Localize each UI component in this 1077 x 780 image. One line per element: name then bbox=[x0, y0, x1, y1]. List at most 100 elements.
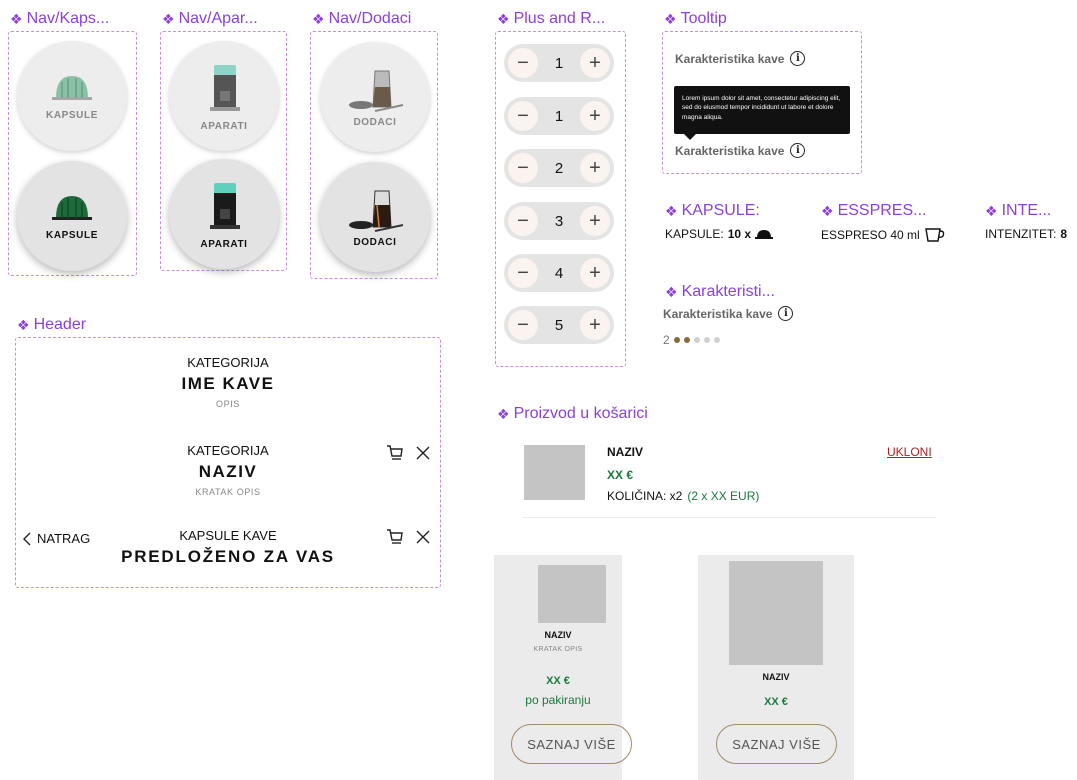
kapsule-count-row: KAPSULE: 10 x bbox=[665, 227, 774, 241]
nav-dodaci-active[interactable]: DODACI bbox=[320, 162, 430, 272]
component-diamond-icon: ❖ bbox=[665, 284, 678, 300]
cart-icon[interactable] bbox=[386, 528, 404, 546]
component-title-header: ❖ Header bbox=[17, 316, 86, 334]
coffee-machine-dark-icon bbox=[210, 182, 240, 229]
header-title: PREDLOŽENO ZA VAS bbox=[121, 547, 335, 566]
component-title-text: ESSPRES... bbox=[837, 202, 927, 219]
cart-item-qty-label: KOLIČINA: x2 bbox=[607, 489, 683, 503]
nav-kapsule-inactive[interactable]: KAPSULE bbox=[17, 41, 127, 151]
component-diamond-icon: ❖ bbox=[162, 11, 175, 27]
quantity-stepper: − 3 + bbox=[504, 202, 614, 240]
minus-button[interactable]: − bbox=[508, 310, 538, 340]
rating-dot-filled bbox=[683, 337, 690, 343]
cart-item-quantity: KOLIČINA: x2 (2 x XX EUR) bbox=[607, 489, 759, 503]
minus-button[interactable]: − bbox=[508, 206, 538, 236]
component-title-nav-kapsule: ❖ Nav/Kaps... bbox=[10, 10, 109, 28]
plus-button[interactable]: + bbox=[580, 153, 610, 183]
quantity-stepper: − 2 + bbox=[504, 149, 614, 187]
rating-dot-empty bbox=[703, 337, 710, 343]
plus-button[interactable]: + bbox=[580, 310, 610, 340]
component-title-espresso-inline: ❖ ESSPRES... bbox=[821, 202, 926, 220]
component-diamond-icon: ❖ bbox=[665, 203, 678, 219]
minus-button[interactable]: − bbox=[508, 153, 538, 183]
rating-dot-empty bbox=[693, 337, 700, 343]
component-title-kapsule-inline: ❖ KAPSULE: bbox=[665, 202, 760, 220]
component-diamond-icon: ❖ bbox=[497, 11, 510, 27]
karakteristike-trigger[interactable]: Karakteristika kave i bbox=[663, 306, 794, 321]
component-diamond-icon: ❖ bbox=[10, 11, 23, 27]
minus-button[interactable]: − bbox=[508, 48, 538, 78]
stepper-value: 1 bbox=[554, 54, 564, 72]
cart-divider bbox=[522, 517, 936, 518]
remove-link[interactable]: UKLONI bbox=[887, 445, 932, 459]
component-title-text: Karakteristi... bbox=[681, 283, 775, 300]
header-variant-1: KATEGORIJA IME KAVE OPIS bbox=[16, 355, 440, 409]
header-variant-2: KATEGORIJA NAZIV KRATAK OPIS bbox=[16, 443, 440, 497]
component-title-text: Header bbox=[33, 316, 87, 333]
tooltip-trigger[interactable]: Karakteristika kave i bbox=[675, 143, 806, 158]
component-title-cart-item: ❖ Proizvod u košarici bbox=[497, 405, 648, 423]
rating-dot-filled bbox=[673, 337, 680, 343]
back-button[interactable]: NATRAG bbox=[22, 531, 90, 546]
plus-button[interactable]: + bbox=[580, 48, 610, 78]
rating-row: 2 bbox=[663, 333, 720, 347]
quantity-stepper: − 5 + bbox=[504, 306, 614, 344]
quantity-stepper: − 1 + bbox=[504, 97, 614, 135]
nav-dodaci-inactive[interactable]: DODACI bbox=[320, 42, 430, 152]
saznaj-vise-button[interactable]: SAZNAJ VIŠE bbox=[716, 724, 837, 764]
kapsule-count-label: KAPSULE: bbox=[665, 227, 724, 241]
nav-label: KAPSULE bbox=[46, 109, 98, 121]
nav-label: DODACI bbox=[353, 116, 397, 128]
nav-aparati-inactive[interactable]: APARATI bbox=[169, 41, 279, 151]
component-title-text: Plus and R... bbox=[513, 10, 606, 27]
component-title-text: Tooltip bbox=[680, 10, 727, 27]
plus-button[interactable]: + bbox=[580, 258, 610, 288]
coffee-machine-light-icon bbox=[210, 64, 240, 111]
stepper-value: 5 bbox=[554, 316, 564, 334]
nav-aparati-active[interactable]: APARATI bbox=[169, 159, 279, 269]
plus-button[interactable]: + bbox=[580, 206, 610, 236]
product-card[interactable]: NAZIV KRATAK OPIS XX € po pakiranju SAZN… bbox=[494, 555, 632, 780]
plus-button[interactable]: + bbox=[580, 101, 610, 131]
info-icon: i bbox=[790, 51, 806, 66]
stepper-value: 1 bbox=[554, 107, 564, 125]
component-title-karakteristike: ❖ Karakteristi... bbox=[665, 283, 775, 301]
component-title-text: Nav/Dodaci bbox=[328, 10, 412, 27]
minus-button[interactable]: − bbox=[508, 101, 538, 131]
tooltip-bubble: Lorem ipsum dolor sit amet, consectetur … bbox=[674, 86, 850, 140]
component-diamond-icon: ❖ bbox=[664, 11, 677, 27]
tooltip-label: Karakteristika kave bbox=[675, 143, 785, 158]
saznaj-vise-button[interactable]: SAZNAJ VIŠE bbox=[511, 724, 632, 764]
close-icon[interactable] bbox=[416, 446, 430, 460]
close-icon[interactable] bbox=[416, 530, 430, 544]
carafe-dark-icon bbox=[349, 190, 404, 232]
cart-item-image bbox=[524, 445, 585, 500]
component-diamond-icon: ❖ bbox=[17, 317, 30, 333]
component-diamond-icon: ❖ bbox=[312, 11, 325, 27]
stepper-value: 3 bbox=[554, 212, 564, 230]
tooltip-trigger[interactable]: Karakteristika kave i bbox=[675, 51, 806, 66]
minus-button[interactable]: − bbox=[508, 258, 538, 288]
rating-dots bbox=[673, 337, 720, 343]
header-description: OPIS bbox=[216, 399, 240, 409]
nav-kapsule-active[interactable]: KAPSULE bbox=[17, 161, 127, 271]
espresso-cup-icon bbox=[924, 228, 944, 242]
karakteristike-label: Karakteristika kave bbox=[663, 306, 773, 321]
component-title-text: INTE... bbox=[1001, 202, 1052, 219]
component-diamond-icon: ❖ bbox=[985, 203, 998, 219]
kapsule-count-value: 10 x bbox=[727, 227, 752, 241]
product-unit: po pakiranju bbox=[525, 693, 591, 707]
component-title-text: Nav/Kaps... bbox=[26, 10, 110, 27]
component-title-text: KAPSULE: bbox=[681, 202, 760, 219]
component-title-plus-minus: ❖ Plus and R... bbox=[497, 10, 605, 28]
rating-value: 2 bbox=[663, 333, 670, 347]
cart-icon[interactable] bbox=[386, 444, 404, 462]
product-name: NAZIV bbox=[762, 672, 790, 682]
quantity-stepper: − 4 + bbox=[504, 254, 614, 292]
nav-label: DODACI bbox=[353, 236, 397, 248]
quantity-stepper: − 1 + bbox=[504, 44, 614, 82]
header-description: KRATAK OPIS bbox=[195, 487, 261, 497]
product-card[interactable]: NAZIV XX € SAZNAJ VIŠE bbox=[698, 555, 854, 780]
stepper-value: 2 bbox=[554, 159, 564, 177]
header-title: IME KAVE bbox=[181, 374, 275, 393]
